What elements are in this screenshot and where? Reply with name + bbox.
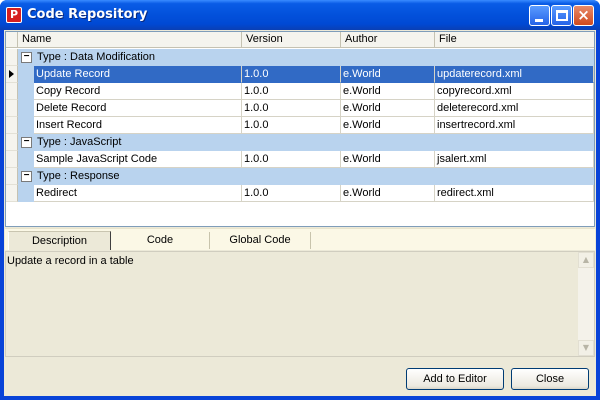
group-indent	[18, 151, 34, 168]
group-row[interactable]: − Type : Data Modification	[6, 49, 594, 66]
cell-file[interactable]: updaterecord.xml	[435, 66, 594, 83]
table-row[interactable]: Copy Record 1.0.0 e.World copyrecord.xml	[6, 83, 594, 100]
description-textarea[interactable]: Update a record in a table ▲ ▼	[5, 251, 595, 357]
cell-author[interactable]: e.World	[341, 185, 435, 202]
column-header-version[interactable]: Version	[242, 32, 341, 48]
window-title: Code Repository	[27, 7, 148, 22]
table-row[interactable]: Redirect 1.0.0 e.World redirect.xml	[6, 185, 594, 202]
close-button[interactable]: Close	[511, 368, 589, 390]
group-indent	[18, 83, 34, 100]
window-client-area: Name Version Author File − Type : Data Mo…	[4, 30, 596, 396]
cell-version[interactable]: 1.0.0	[242, 151, 341, 168]
tab-separator	[310, 232, 311, 249]
cell-author[interactable]: e.World	[341, 117, 435, 134]
minimize-icon	[535, 19, 543, 22]
collapse-icon[interactable]: −	[21, 52, 32, 63]
code-repository-window: P Code Repository × Name Version Author …	[0, 0, 600, 400]
group-indent	[18, 100, 34, 117]
group-indent	[18, 66, 34, 83]
grid-header: Name Version Author File	[6, 32, 594, 48]
collapse-icon[interactable]: −	[21, 137, 32, 148]
group-label: Type : Data Modification	[37, 51, 156, 63]
cell-name[interactable]: Update Record	[34, 66, 242, 83]
group-label: Type : JavaScript	[37, 136, 122, 148]
cell-version[interactable]: 1.0.0	[242, 83, 341, 100]
tab-code[interactable]: Code	[112, 231, 208, 250]
cell-file[interactable]: redirect.xml	[435, 185, 594, 202]
cell-version[interactable]: 1.0.0	[242, 117, 341, 134]
row-selector[interactable]	[6, 117, 18, 134]
cell-name[interactable]: Copy Record	[34, 83, 242, 100]
collapse-icon[interactable]: −	[21, 171, 32, 182]
tab-description[interactable]: Description	[8, 231, 111, 250]
cell-author[interactable]: e.World	[341, 66, 435, 83]
scroll-up-icon[interactable]: ▲	[578, 252, 594, 268]
table-row[interactable]: Sample JavaScript Code 1.0.0 e.World jsaler…	[6, 151, 594, 168]
group-row[interactable]: − Type : JavaScript	[6, 134, 594, 151]
cell-file[interactable]: jsalert.xml	[435, 151, 594, 168]
add-to-editor-button[interactable]: Add to Editor	[406, 368, 504, 390]
tab-strip: Description Code Global Code	[5, 228, 595, 250]
close-window-button[interactable]: ×	[573, 5, 594, 26]
table-row[interactable]: Delete Record 1.0.0 e.World deleterecord.xm…	[6, 100, 594, 117]
close-icon: ×	[577, 6, 590, 24]
cell-name[interactable]: Sample JavaScript Code	[34, 151, 242, 168]
maximize-button[interactable]	[551, 5, 572, 26]
cell-name[interactable]: Delete Record	[34, 100, 242, 117]
cell-version[interactable]: 1.0.0	[242, 100, 341, 117]
cell-name[interactable]: Insert Record	[34, 117, 242, 134]
group-indent	[18, 185, 34, 202]
row-selector[interactable]	[6, 185, 18, 202]
cell-file[interactable]: deleterecord.xml	[435, 100, 594, 117]
cell-author[interactable]: e.World	[341, 83, 435, 100]
column-header-file[interactable]: File	[435, 32, 594, 48]
row-selector[interactable]	[6, 100, 18, 117]
current-row-icon	[9, 70, 14, 78]
cell-name[interactable]: Redirect	[34, 185, 242, 202]
cell-author[interactable]: e.World	[341, 100, 435, 117]
tab-global-code[interactable]: Global Code	[210, 231, 310, 250]
table-row[interactable]: Insert Record 1.0.0 e.World insertrecord.xm…	[6, 117, 594, 134]
row-selector-header	[6, 32, 18, 48]
cell-file[interactable]: insertrecord.xml	[435, 117, 594, 134]
minimize-button[interactable]	[529, 5, 550, 26]
cell-version[interactable]: 1.0.0	[242, 185, 341, 202]
scroll-down-icon[interactable]: ▼	[578, 340, 594, 356]
table-row[interactable]: Update Record 1.0.0 e.World updaterecord.xm…	[6, 66, 594, 83]
cell-version[interactable]: 1.0.0	[242, 66, 341, 83]
description-scrollbar[interactable]: ▲ ▼	[578, 252, 594, 356]
row-selector[interactable]	[6, 134, 18, 151]
code-grid[interactable]: Name Version Author File − Type : Data Mo…	[5, 31, 595, 227]
app-icon: P	[6, 7, 22, 23]
row-selector[interactable]	[6, 168, 18, 185]
row-selector[interactable]	[6, 151, 18, 168]
maximize-icon	[556, 10, 568, 21]
row-selector[interactable]	[6, 49, 18, 66]
cell-file[interactable]: copyrecord.xml	[435, 83, 594, 100]
group-row[interactable]: − Type : Response	[6, 168, 594, 185]
cell-author[interactable]: e.World	[341, 151, 435, 168]
description-text: Update a record in a table	[7, 255, 134, 267]
row-selector[interactable]	[6, 83, 18, 100]
group-label: Type : Response	[37, 170, 120, 182]
column-header-name[interactable]: Name	[18, 32, 242, 48]
column-header-author[interactable]: Author	[341, 32, 435, 48]
row-selector[interactable]	[6, 66, 18, 83]
title-bar[interactable]: P Code Repository ×	[0, 0, 600, 30]
group-indent	[18, 117, 34, 134]
